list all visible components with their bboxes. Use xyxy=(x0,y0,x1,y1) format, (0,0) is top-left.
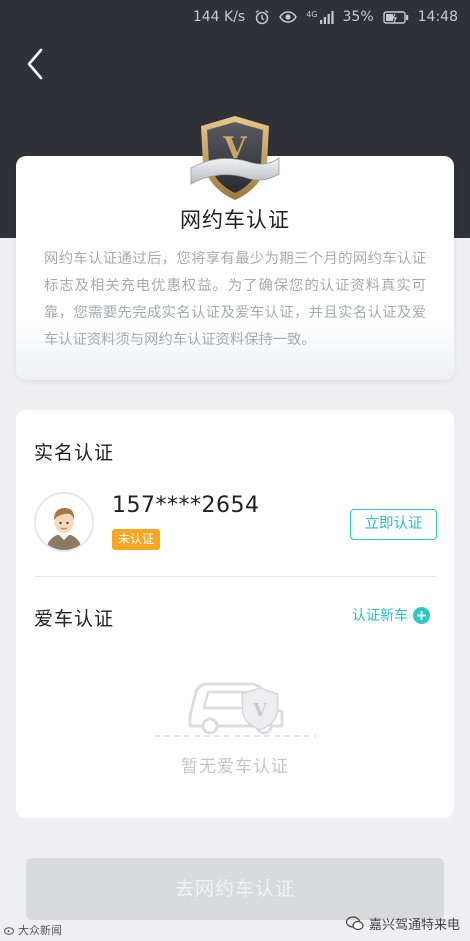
weibo-icon xyxy=(4,927,14,935)
go-verify-button[interactable]: 去网约车认证 xyxy=(26,858,444,920)
watermark-left: 大众新闻 xyxy=(4,922,62,938)
empty-state-text: 暂无爱车认证 xyxy=(181,757,289,777)
eye-icon xyxy=(279,10,298,24)
verify-now-button[interactable]: 立即认证 xyxy=(350,509,437,540)
wechat-icon xyxy=(345,916,364,931)
watermark-right: 嘉兴驾通特来电 xyxy=(345,914,460,933)
svg-text:V: V xyxy=(252,700,268,721)
status-badge: 未认证 xyxy=(112,529,161,550)
clock-time: 14:48 xyxy=(417,9,458,25)
add-car-label: 认证新车 xyxy=(352,608,408,624)
watermark-right-text: 嘉兴驾通特来电 xyxy=(368,918,460,933)
status-bar: 144 K/s 4G 35% 14:48 xyxy=(0,0,470,34)
network-speed: 144 K/s xyxy=(192,9,246,25)
battery-percent: 35% xyxy=(342,9,374,25)
intro-description: 网约车认证通过后，您将享有最少为期三个月的网约车认证标志及相关充电优惠权益。为了… xyxy=(44,251,426,348)
phone-number: 157****2654 xyxy=(112,493,260,518)
back-arrow-icon xyxy=(27,48,43,80)
back-button[interactable] xyxy=(18,44,52,84)
shield-badge-icon: V xyxy=(189,112,281,204)
divider xyxy=(34,576,436,577)
watermark-left-text: 大众新闻 xyxy=(18,924,62,937)
signal-label: 4G xyxy=(306,9,318,19)
svg-text:V: V xyxy=(222,131,247,166)
page: 144 K/s 4G 35% 14:48 V 网约车认证 网约车认证通过后，您将… xyxy=(0,0,470,941)
battery-icon xyxy=(382,10,409,24)
plus-icon xyxy=(413,606,430,624)
car-section-title: 爱车认证 xyxy=(34,608,115,630)
car-icon: V xyxy=(150,668,320,744)
alarm-icon xyxy=(254,9,270,25)
signal-icon: 4G xyxy=(306,9,334,24)
identity-section-title: 实名认证 xyxy=(34,442,115,464)
avatar-icon xyxy=(34,492,94,552)
add-car-button[interactable]: 认证新车 xyxy=(352,604,430,626)
intro-title: 网约车认证 xyxy=(180,208,290,232)
